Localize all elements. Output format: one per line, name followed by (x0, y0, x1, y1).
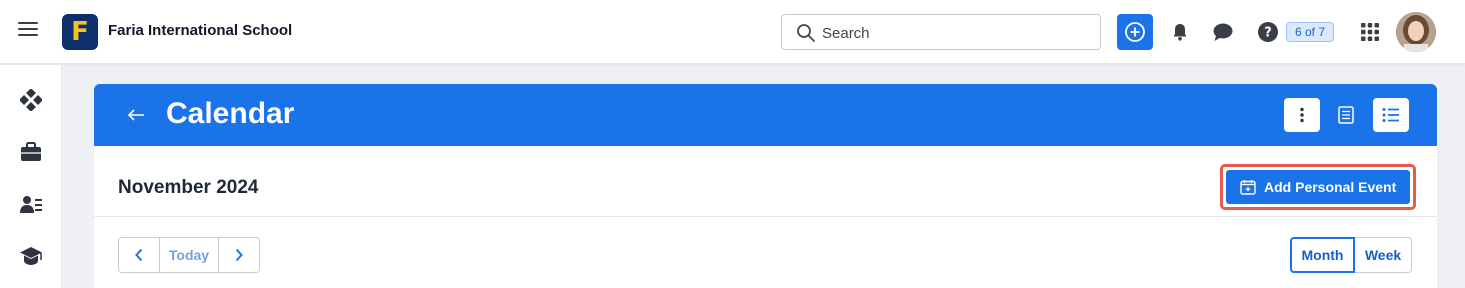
apps-button[interactable] (1358, 20, 1382, 44)
diamond-grid-icon (20, 89, 42, 111)
sidebar-item-academics[interactable] (18, 243, 44, 269)
more-options-button[interactable] (1284, 98, 1320, 132)
sidebar-item-people[interactable] (18, 191, 44, 217)
list-view-button[interactable] (1373, 98, 1409, 132)
month-view-button[interactable]: Month (1290, 237, 1355, 273)
current-month-label: November 2024 (118, 177, 259, 198)
page-title: Calendar (166, 97, 295, 130)
chat-bubble-icon (1213, 23, 1233, 41)
arrow-left-icon (127, 109, 144, 121)
svg-text:?: ? (1264, 26, 1272, 41)
add-personal-event-label: Add Personal Event (1264, 179, 1397, 195)
page-header: Calendar (94, 84, 1437, 146)
add-personal-event-button[interactable]: Add Personal Event (1226, 170, 1410, 204)
top-bar: F Faria International School ? (0, 0, 1465, 64)
sidebar (0, 65, 62, 288)
messages-button[interactable] (1211, 20, 1235, 44)
person-list-icon (20, 196, 42, 213)
back-button[interactable] (124, 103, 148, 127)
logo-letter: F (71, 17, 89, 47)
chevron-right-icon (235, 248, 243, 262)
help-button[interactable]: ? (1256, 20, 1280, 44)
document-view-button[interactable] (1328, 98, 1364, 132)
create-button[interactable] (1117, 14, 1153, 50)
pager-badge[interactable]: 6 of 7 (1286, 22, 1335, 42)
avatar[interactable] (1396, 12, 1436, 52)
help-icon: ? (1258, 22, 1278, 42)
calendar-panel: Calendar November 2024 Add Personal Even… (94, 84, 1437, 288)
add-event-highlight: Add Personal Event (1220, 164, 1416, 210)
plus-circle-icon (1125, 22, 1145, 42)
user-avatar-image (1396, 12, 1436, 52)
calendar-plus-icon (1240, 180, 1256, 195)
view-switcher: Month Week (1290, 237, 1412, 273)
week-view-button[interactable]: Week (1355, 237, 1412, 273)
vertical-dots-icon (1300, 107, 1304, 123)
briefcase-icon (21, 142, 41, 161)
search-icon (797, 24, 815, 42)
next-button[interactable] (219, 238, 259, 272)
graduation-cap-icon (20, 247, 42, 265)
chevron-left-icon (135, 248, 143, 262)
menu-icon[interactable] (18, 22, 38, 42)
search-input[interactable] (822, 23, 1082, 43)
school-name[interactable]: Faria International School (108, 22, 292, 39)
bell-icon (1173, 24, 1187, 41)
document-lines-icon (1338, 106, 1354, 124)
previous-button[interactable] (119, 238, 159, 272)
today-button[interactable]: Today (159, 238, 219, 272)
search-box[interactable] (781, 14, 1101, 50)
sidebar-item-dashboard[interactable] (18, 87, 44, 113)
notifications-button[interactable] (1168, 20, 1192, 44)
date-navigation: Today (118, 237, 260, 273)
section-divider (94, 216, 1437, 217)
apps-grid-icon (1361, 23, 1379, 41)
list-icon (1382, 108, 1399, 122)
school-logo[interactable]: F (62, 14, 98, 50)
sidebar-item-portfolio[interactable] (18, 139, 44, 165)
